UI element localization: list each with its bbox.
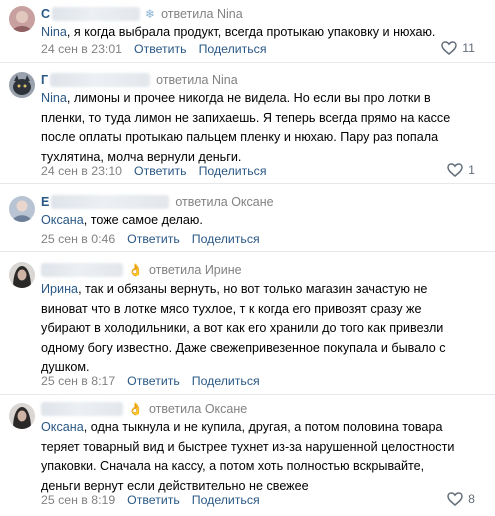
comment-meta: 25 сен в 8:17 Ответить Поделиться: [41, 373, 260, 389]
ok-hand-icon: 👌: [128, 402, 143, 416]
author-name-blurred[interactable]: [50, 73, 151, 87]
snowflake-icon: ❄: [145, 7, 156, 21]
like-button[interactable]: 11: [441, 41, 475, 55]
avatar[interactable]: [9, 72, 35, 98]
avatar[interactable]: [9, 262, 35, 288]
mention-link[interactable]: Nina: [41, 91, 67, 105]
author-name-blurred[interactable]: [41, 263, 123, 277]
comment-meta: 25 сен в 8:19 Ответить Поделиться: [41, 492, 260, 508]
replied-to[interactable]: ответила Nina: [161, 7, 243, 21]
comment-text: Nina, я когда выбрала продукт, всегда пр…: [41, 25, 436, 39]
author-name[interactable]: Г: [41, 73, 48, 87]
comments-feed: С ❄ ответила Nina Nina, я когда выбрала …: [0, 0, 495, 516]
share-button[interactable]: Поделиться: [199, 164, 267, 178]
comment-meta: 25 сен в 0:46 Ответить Поделиться: [41, 231, 260, 247]
reply-button[interactable]: Ответить: [134, 164, 187, 178]
comment: Е ответила Оксане Оксана, тоже самое дел…: [0, 184, 495, 252]
author-name-blurred[interactable]: [52, 7, 141, 21]
share-button[interactable]: Поделиться: [192, 493, 260, 507]
reply-button[interactable]: Ответить: [127, 232, 180, 246]
author-name-blurred[interactable]: [41, 402, 123, 416]
author-name[interactable]: С: [41, 7, 50, 21]
comment: 👌 ответила Оксане Оксана, одна тыкнула и…: [0, 395, 495, 516]
comment-time[interactable]: 25 сен в 0:46: [41, 232, 115, 246]
comment-time[interactable]: 24 сен в 23:10: [41, 164, 122, 178]
share-button[interactable]: Поделиться: [199, 42, 267, 56]
mention-link[interactable]: Оксана: [41, 213, 84, 227]
reply-button[interactable]: Ответить: [134, 42, 187, 56]
share-button[interactable]: Поделиться: [192, 232, 260, 246]
comment: 👌 ответила Ирине Ирина, так и обязаны ве…: [0, 252, 495, 395]
replied-to[interactable]: ответила Оксане: [175, 195, 273, 209]
comment: Г ответила Nina Nina, лимоны и прочее ни…: [0, 63, 495, 184]
author-name[interactable]: Е: [41, 195, 49, 209]
comment-text: Оксана, тоже самое делаю.: [41, 213, 203, 227]
avatar[interactable]: [9, 196, 35, 222]
comment-text: Nina, лимоны и прочее никогда не видела.…: [41, 91, 451, 164]
avatar[interactable]: [9, 403, 35, 429]
mention-link[interactable]: Ирина: [41, 282, 78, 296]
like-button[interactable]: 1: [447, 163, 475, 177]
ok-hand-icon: 👌: [128, 263, 143, 277]
author-name-blurred[interactable]: [51, 195, 170, 209]
mention-link[interactable]: Оксана: [41, 420, 84, 434]
replied-to[interactable]: ответила Nina: [156, 73, 238, 87]
comment-time[interactable]: 25 сен в 8:17: [41, 374, 115, 388]
comment-time[interactable]: 24 сен в 23:01: [41, 42, 122, 56]
heart-outline-icon: [447, 492, 463, 506]
comment-meta: 24 сен в 23:10 Ответить Поделиться: [41, 163, 266, 179]
avatar[interactable]: [9, 6, 35, 32]
like-count: 1: [468, 163, 475, 177]
like-button[interactable]: 8: [447, 492, 475, 506]
comment-text: Оксана, одна тыкнула и не купила, другая…: [41, 420, 455, 493]
reply-button[interactable]: Ответить: [127, 374, 180, 388]
comment-meta: 24 сен в 23:01 Ответить Поделиться: [41, 41, 266, 57]
heart-outline-icon: [447, 163, 463, 177]
like-count: 8: [468, 492, 475, 506]
reply-button[interactable]: Ответить: [127, 493, 180, 507]
comment-time[interactable]: 25 сен в 8:19: [41, 493, 115, 507]
comment-text: Ирина, так и обязаны вернуть, но вот тол…: [41, 282, 446, 374]
heart-outline-icon: [441, 41, 457, 55]
replied-to[interactable]: ответила Ирине: [149, 263, 242, 277]
like-count: 11: [462, 41, 475, 55]
mention-link[interactable]: Nina: [41, 25, 67, 39]
comment: С ❄ ответила Nina Nina, я когда выбрала …: [0, 0, 495, 63]
replied-to[interactable]: ответила Оксане: [149, 402, 247, 416]
share-button[interactable]: Поделиться: [192, 374, 260, 388]
